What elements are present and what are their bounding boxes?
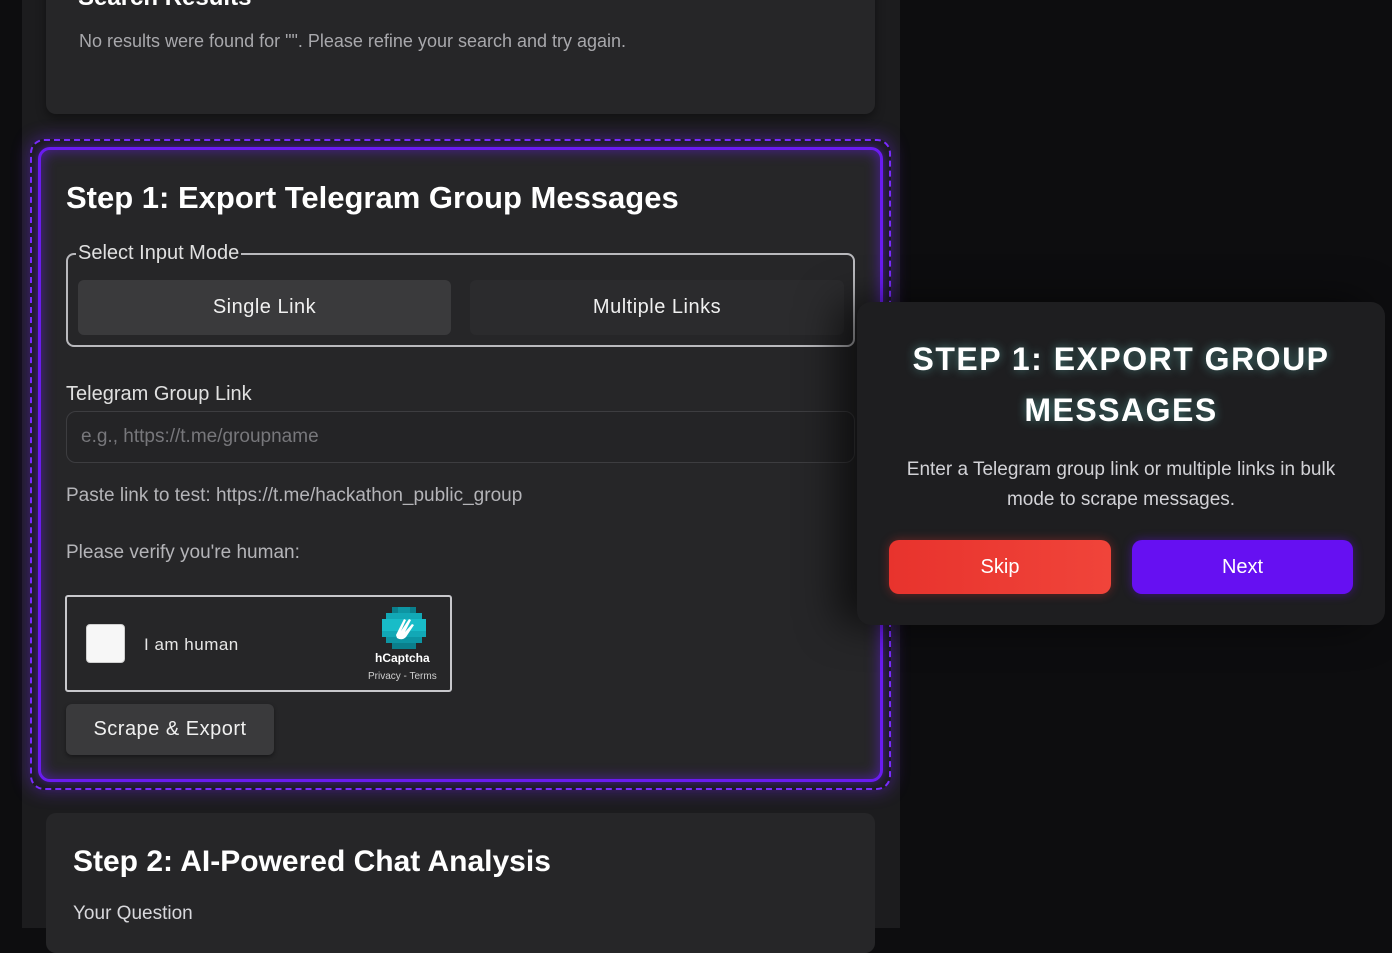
hcaptcha-brand: hCaptcha (375, 651, 430, 665)
captcha-checkbox[interactable] (86, 624, 125, 663)
step2-title: Step 2: AI-Powered Chat Analysis (73, 845, 551, 878)
tour-next-button[interactable]: Next (1132, 540, 1353, 594)
step2-card (46, 813, 875, 953)
search-results-card: Search Results No results were found for… (46, 0, 875, 114)
verify-human-label: Please verify you're human: (66, 542, 300, 563)
tour-skip-button[interactable]: Skip (889, 540, 1111, 594)
multiple-links-button[interactable]: Multiple Links (470, 280, 844, 335)
tour-description: Enter a Telegram group link or multiple … (906, 459, 1336, 510)
single-link-button[interactable]: Single Link (78, 280, 451, 335)
step1-title: Step 1: Export Telegram Group Messages (66, 180, 679, 215)
search-results-title: Search Results (78, 0, 251, 12)
input-mode-legend: Select Input Mode (76, 242, 242, 265)
your-question-label: Your Question (73, 903, 193, 924)
search-results-message: No results were found for "". Please ref… (79, 31, 627, 51)
hcaptcha-logo-icon (382, 607, 426, 649)
hcaptcha-privacy-terms[interactable]: Privacy - Terms (368, 671, 437, 682)
test-link-hint: Paste link to test: https://t.me/hackath… (66, 485, 523, 506)
captcha-label: I am human (144, 635, 239, 654)
telegram-link-label: Telegram Group Link (66, 383, 252, 405)
scrape-export-button[interactable]: Scrape & Export (66, 704, 274, 755)
hcaptcha-widget: I am human hCaptcha Privacy - Terms (65, 595, 452, 692)
telegram-link-input[interactable] (66, 411, 855, 463)
tour-title: STEP 1: EXPORT GROUP MESSAGES (912, 341, 1330, 428)
